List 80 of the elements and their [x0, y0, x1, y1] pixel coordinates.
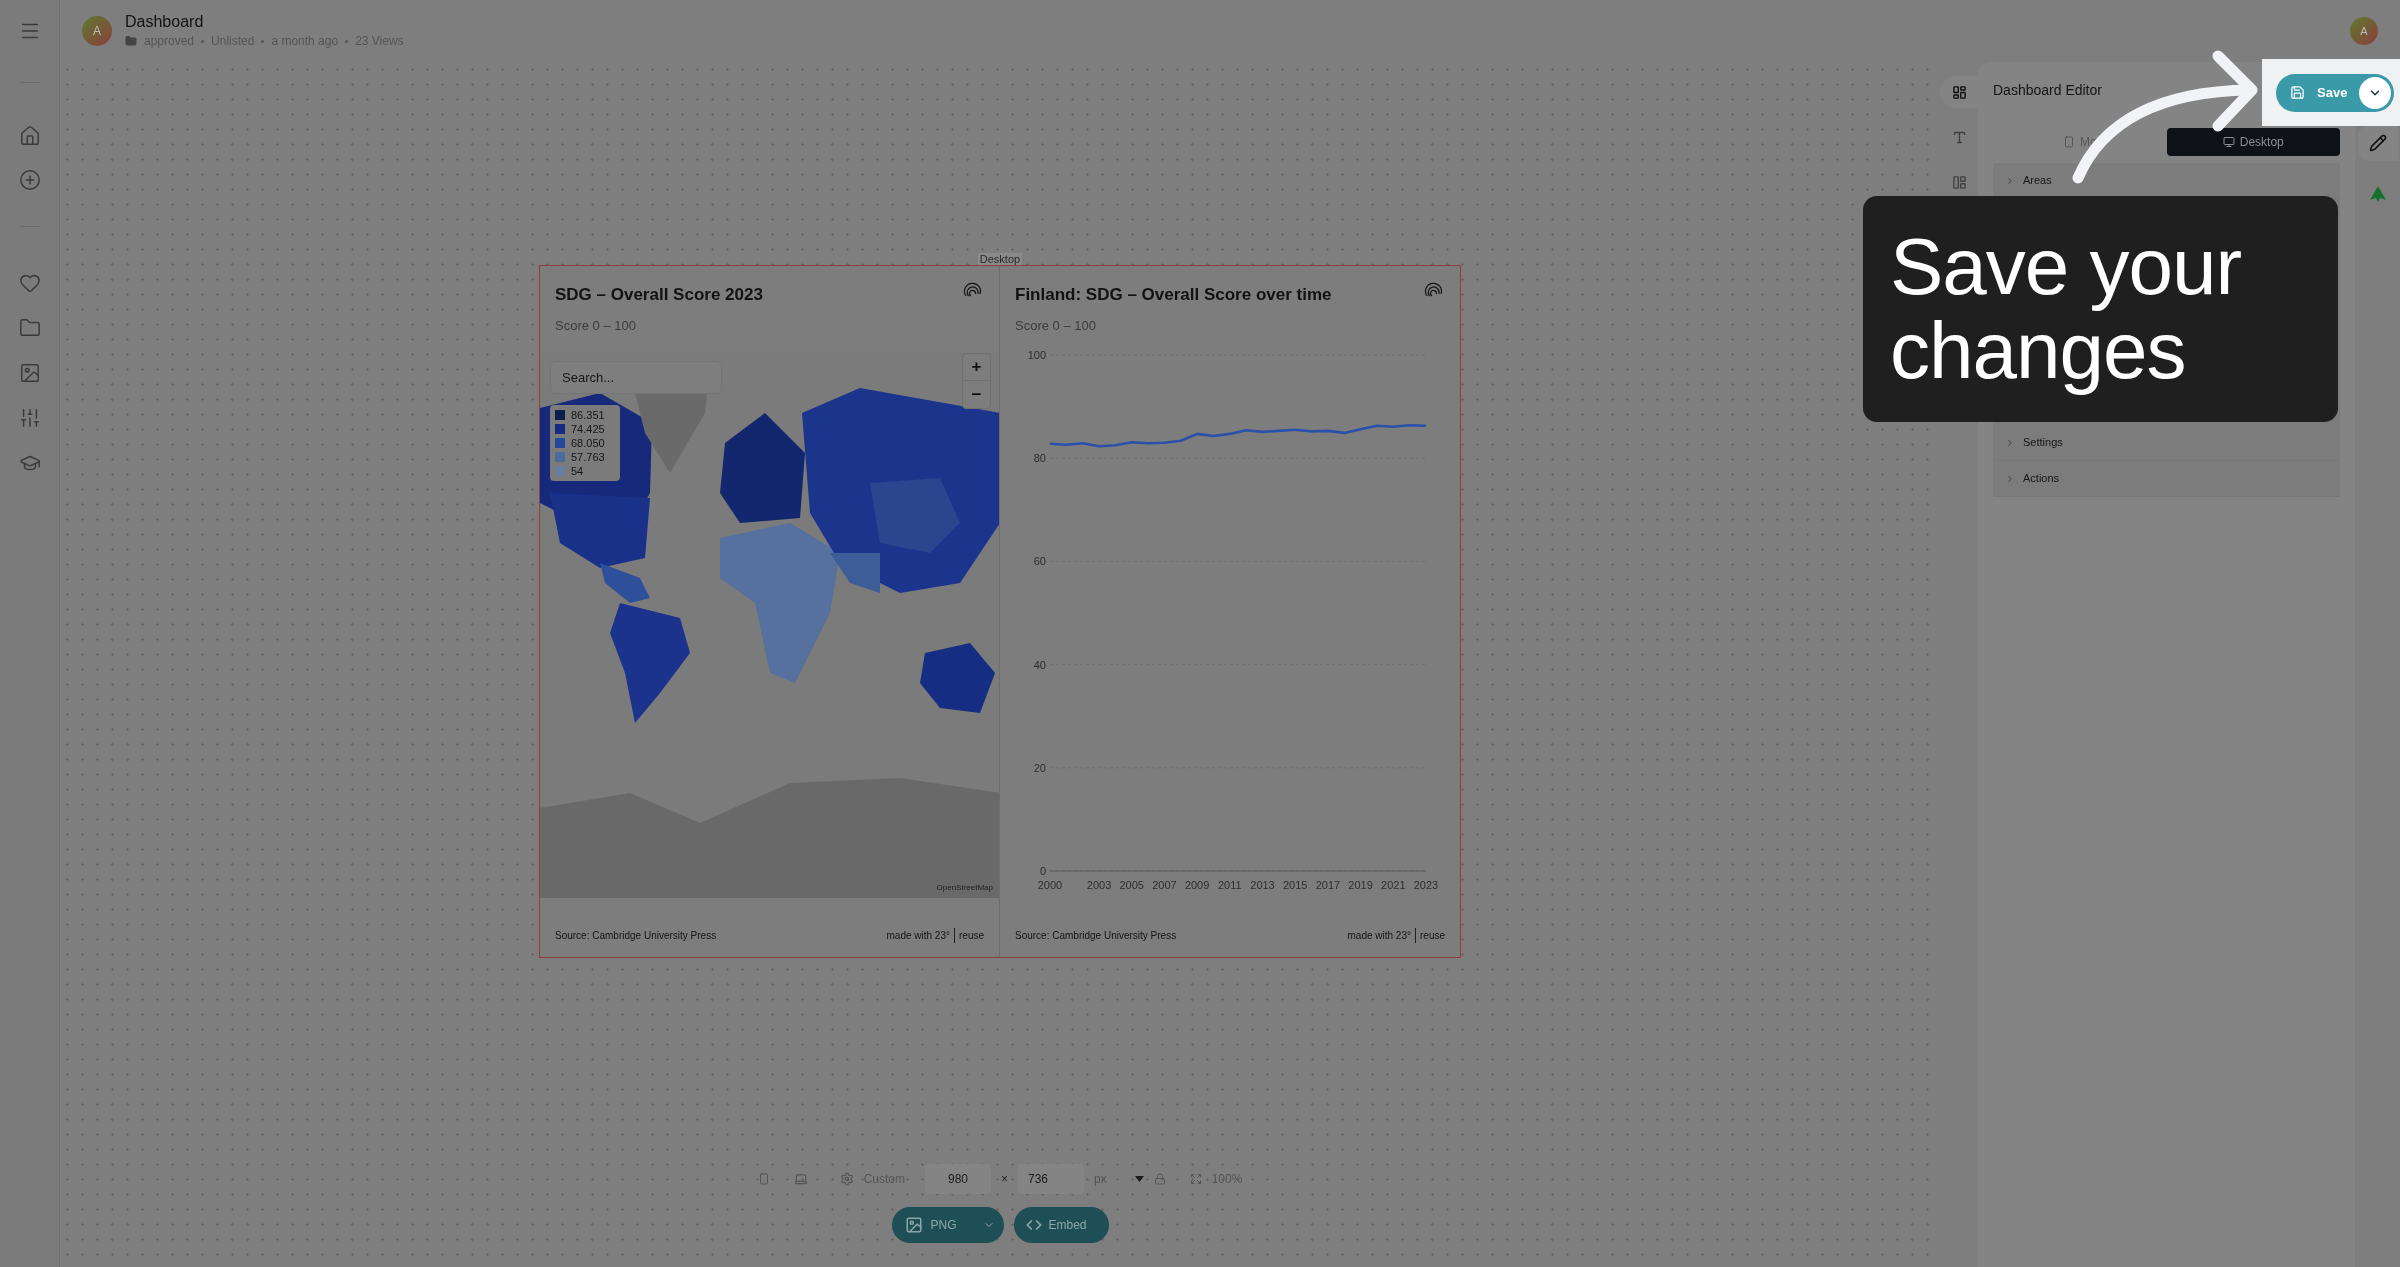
accordion-header[interactable]: Actions [1993, 461, 2340, 497]
dashboard-icon [1951, 84, 1967, 100]
search-field[interactable]: Search... [550, 361, 722, 394]
y-tick-label: 80 [1033, 452, 1046, 465]
reuse-link[interactable]: reuse [959, 930, 984, 941]
x-tick-label: 2015 [1283, 879, 1308, 891]
phone-icon [2062, 136, 2075, 148]
chart-title: SDG – Overall Score 2023 [555, 284, 763, 306]
chevron-right-icon [2005, 175, 2015, 186]
y-tick-label: 60 [1033, 555, 1046, 568]
credit-text: made with 23° [1347, 929, 1412, 943]
code-icon [1025, 1217, 1042, 1233]
height-field[interactable]: 736 [1018, 1164, 1084, 1194]
text-icon [1951, 129, 1967, 145]
x-tick-label: 2007 [1152, 879, 1177, 891]
legend-label: 57.763 [571, 449, 605, 465]
pencil-icon [2368, 134, 2387, 152]
lock-icon[interactable] [1153, 1173, 1166, 1185]
image-icon[interactable] [18, 362, 41, 384]
legend-label: 54 [571, 463, 584, 479]
edit-button[interactable] [2357, 125, 2398, 161]
panel-layout-icon [1951, 174, 1967, 190]
width-field[interactable]: 980 [924, 1164, 991, 1194]
times-sign: × [1000, 1171, 1008, 1188]
chart-title: Finland: SDG – Overall Score over time [1015, 284, 1332, 306]
y-tick-label: 0 [1039, 865, 1046, 877]
save-button[interactable]: Save [2276, 73, 2394, 112]
credit-text: made with 23° [886, 929, 951, 943]
chart-subtitle: Score 0 – 100 [554, 316, 637, 335]
export-button[interactable]: PNG [891, 1207, 1004, 1243]
image-icon [904, 1216, 923, 1234]
panel-title: Dashboard Editor [1993, 81, 2102, 100]
dropdown-triangle-icon[interactable] [1134, 1176, 1144, 1182]
user-avatar[interactable]: A [2350, 17, 2378, 45]
tree-logo-icon [2368, 185, 2387, 203]
x-tick-label: 2009 [1184, 879, 1210, 891]
legend-label: 86.351 [571, 407, 605, 423]
chart-subtitle: Score 0 – 100 [1014, 316, 1097, 335]
reuse-link[interactable]: reuse [1420, 930, 1445, 941]
zoom-in-button[interactable]: + [963, 354, 990, 381]
dashboard-title: Dashboard [125, 12, 204, 32]
x-tick-label: 2019 [1348, 879, 1373, 891]
source-text: Source: Cambridge University Press [1015, 929, 1177, 943]
accordion-header[interactable]: Settings [1993, 425, 2340, 461]
device-tab[interactable]: Desktop [2166, 128, 2340, 156]
sliders-icon[interactable] [18, 407, 41, 429]
folder-icon [125, 35, 137, 47]
add-icon[interactable] [18, 169, 41, 191]
y-tick-label: 20 [1033, 761, 1046, 774]
folder-icon[interactable] [18, 317, 41, 339]
x-tick-label: 2003 [1086, 879, 1112, 891]
avatar[interactable]: A [82, 16, 112, 46]
x-tick-label: 2023 [1413, 879, 1439, 891]
x-tick-label: 2000 [1037, 879, 1063, 891]
legend-label: 74.425 [571, 421, 605, 437]
x-tick-label: 2011 [1218, 879, 1242, 891]
gear-icon [839, 1172, 854, 1186]
editor-tab[interactable] [1940, 76, 1978, 108]
x-tick-label: 2017 [1315, 879, 1341, 891]
home-icon[interactable] [18, 125, 41, 147]
fit-icon[interactable] [1189, 1173, 1202, 1185]
laptop-icon[interactable] [793, 1172, 808, 1186]
source-text: Source: Cambridge University Press [555, 929, 717, 943]
x-tick-label: 2021 [1381, 879, 1406, 891]
monitor-icon [2222, 136, 2235, 148]
chevron-right-icon [2005, 473, 2015, 484]
map-attribution: OpenStreetMap [936, 882, 993, 894]
legend-label: 68.050 [571, 435, 605, 451]
x-tick-label: 2005 [1119, 879, 1144, 891]
heart-icon[interactable] [18, 272, 41, 294]
callout-text: Save your changes [1890, 225, 2243, 393]
zoom-out-button[interactable]: − [963, 381, 990, 408]
x-tick-label: 2013 [1250, 879, 1275, 891]
phone-icon[interactable] [757, 1173, 770, 1185]
y-tick-label: 100 [1027, 349, 1046, 361]
y-tick-label: 40 [1033, 658, 1046, 671]
embed-button[interactable]: Embed [1013, 1207, 1109, 1243]
viewport-label: Desktop [977, 253, 1023, 265]
chevron-right-icon [2005, 437, 2015, 448]
save-options-toggle[interactable] [2359, 76, 2391, 109]
